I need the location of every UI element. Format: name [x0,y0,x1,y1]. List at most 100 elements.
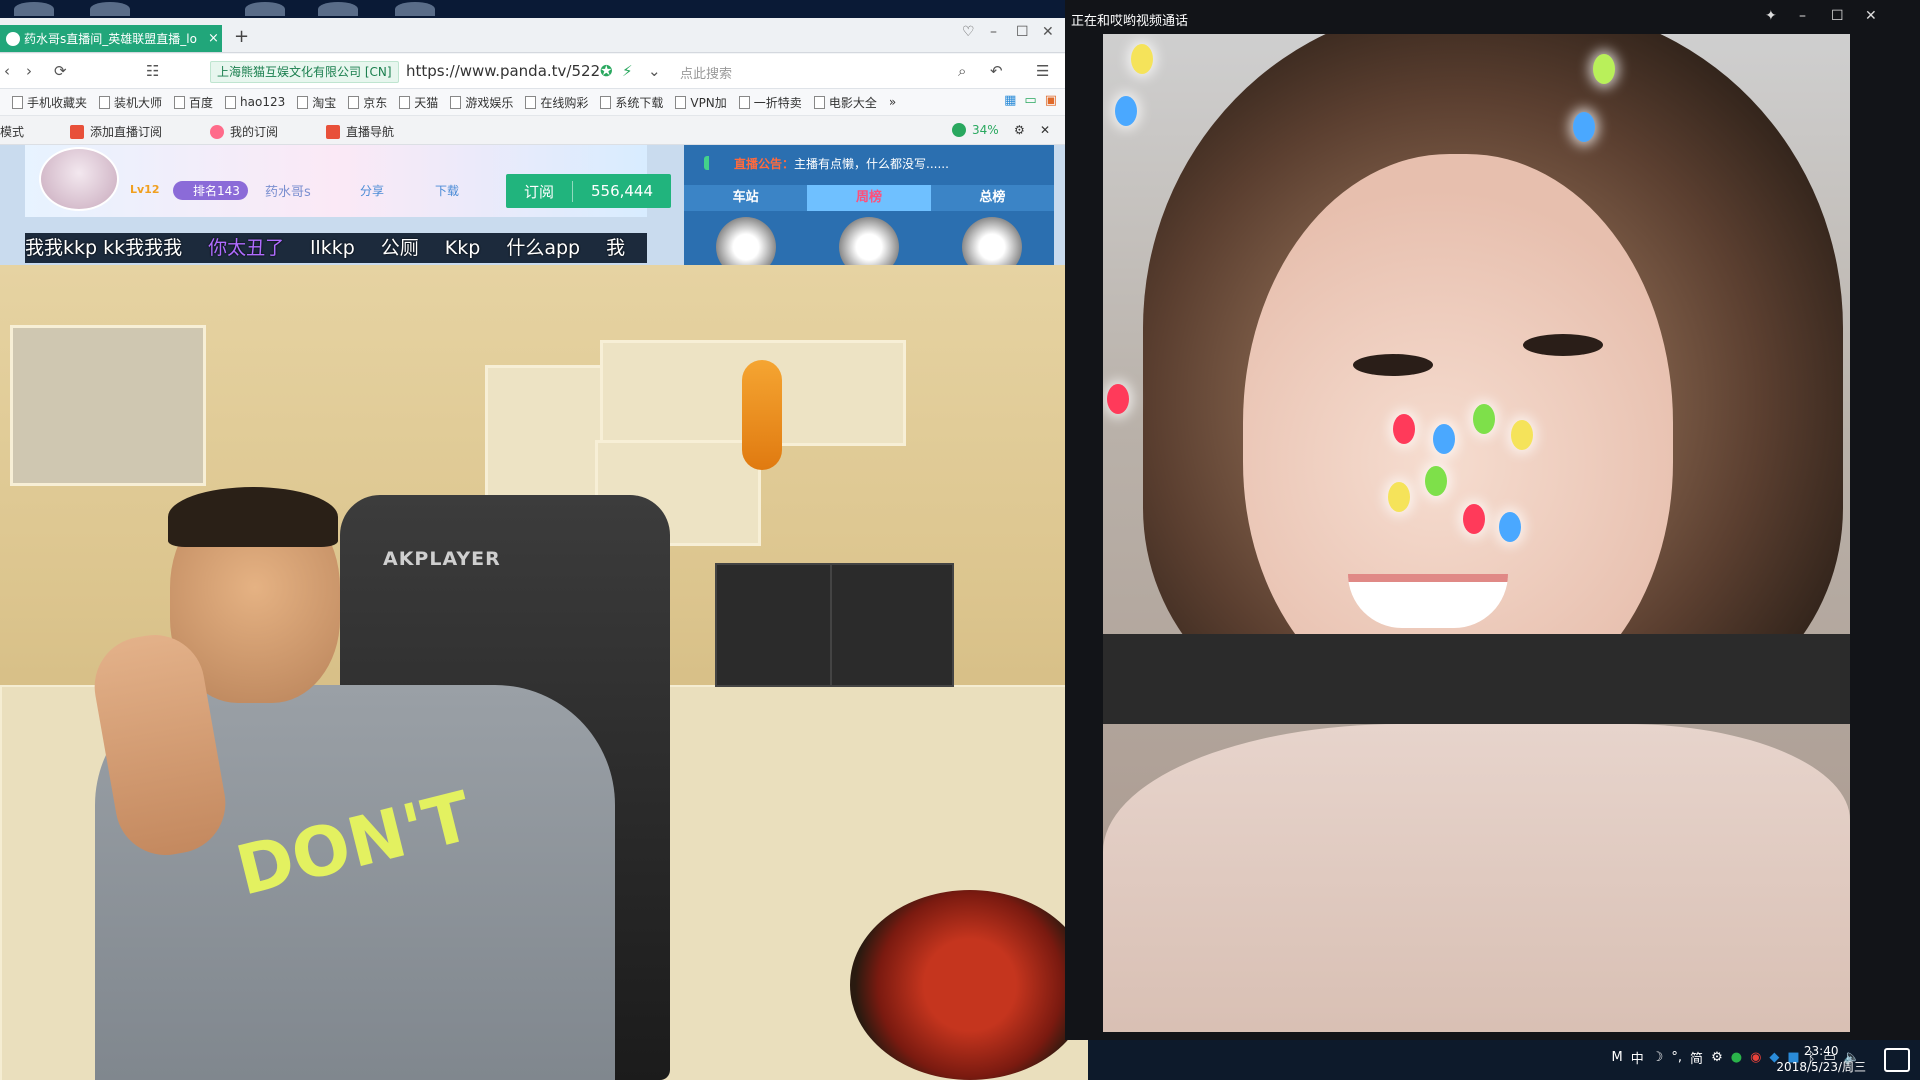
clock[interactable]: 23:40 2018/5/23/周三 [1776,1043,1866,1075]
hamburger-menu-icon[interactable]: ☰ [1036,62,1049,80]
person-hair [168,487,338,547]
live-nav-button[interactable]: 直播导航 [326,123,394,140]
security-icon[interactable]: ◉ [1750,1050,1761,1065]
bookmark-item[interactable]: 装机大师 [99,94,162,111]
desktop-icon[interactable] [395,2,435,16]
minimize-button[interactable]: – [990,24,997,40]
rank-avatar[interactable] [715,217,776,265]
maximize-button[interactable]: ☐ [1831,8,1844,24]
url-input[interactable]: https://www.panda.tv/522 [406,62,600,80]
rank-avatar[interactable] [838,217,899,265]
rank-avatars [684,215,1054,265]
close-window-button[interactable]: ✕ [1865,8,1877,24]
bookmark-label: 手机收藏夹 [27,95,88,110]
apps-icon[interactable]: ▦ [1004,93,1016,108]
mode-label[interactable]: 模式 [0,123,24,140]
ime-moon[interactable]: ☽ [1652,1050,1664,1065]
bookmark-item[interactable]: 系统下载 [600,94,663,111]
bookmark-item[interactable]: VPN加 [675,94,727,111]
tab-station[interactable]: 车站 [684,185,807,211]
search-icon[interactable]: ⌕ [958,62,966,80]
danmu-message: 你太丑了 [208,237,285,259]
desktop-icon[interactable] [14,2,54,16]
bookmark-label: 游戏娱乐 [465,95,514,110]
ssl-cert-label[interactable]: 上海熊猫互娱文化有限公司 [CN] [210,61,399,83]
light-bulb-sticker [1131,44,1153,74]
bookmark-item[interactable]: 游戏娱乐 [450,94,513,111]
ime-simplified[interactable]: 简 [1690,1048,1703,1067]
dropdown-icon[interactable]: ⌄ [648,62,661,80]
desktop-icon[interactable] [90,2,130,16]
search-input[interactable]: 点此搜索 [680,63,960,82]
add-subscription-button[interactable]: 添加直播订阅 [70,123,162,140]
new-tab-button[interactable]: + [234,26,249,47]
menu-grid-icon[interactable]: ☷ [146,62,159,80]
bookmark-label: hao123 [240,95,286,109]
undo-icon[interactable]: ↶ [990,62,1003,80]
bookmark-item[interactable]: 天猫 [399,94,438,111]
notice-content: 主播有点懒，什么都没写...... [794,157,949,171]
bookmark-item[interactable]: 手机收藏夹 [12,94,87,111]
ime-m[interactable]: M [1612,1050,1623,1065]
add-subscription-label: 添加直播订阅 [90,125,163,139]
rank-badge[interactable]: 排名143 [173,181,248,200]
bookmark-item[interactable]: 京东 [348,94,387,111]
level-badge: Lv12 [130,183,160,196]
streamer-avatar[interactable] [39,147,119,211]
back-icon[interactable]: ‹ [4,62,10,80]
browser-window: 药水哥s直播间_英雄联盟直播_lo × + ♡ – ☐ ✕ ‹ › ⟳ ☷ 上海… [0,18,1066,265]
wechat-icon[interactable]: ● [1731,1050,1742,1065]
pin-icon[interactable]: ✦ [1765,8,1777,24]
maximize-button[interactable]: ☐ [1016,24,1029,40]
tab-weekly[interactable]: 周榜 [807,185,931,211]
ime-settings[interactable]: ⚙ [1711,1050,1723,1065]
toy-figure [742,360,782,470]
browser-tab-active[interactable]: 药水哥s直播间_英雄联盟直播_lo × [0,25,222,52]
screenshot-icon[interactable]: ▣ [1045,93,1057,108]
bookmark-item[interactable]: 百度 [174,94,213,111]
ime-chinese[interactable]: 中 [1631,1048,1644,1067]
bookmark-item[interactable]: hao123 [225,95,285,109]
notification-icon[interactable] [1884,1048,1910,1072]
shelf [10,325,206,486]
subscribe-label: 订阅 [506,180,573,202]
danmu-overlay: 我我kkp kk我我我 你太丑了 llkkp 公厕 Kkp 什么app 我 [25,233,647,263]
bookmark-item[interactable]: » [889,95,896,109]
ime-punct[interactable]: °, [1671,1050,1682,1065]
folder-icon [225,95,237,109]
bookmark-label: 一折特卖 [753,95,802,110]
battery-indicator: 34% [952,123,999,137]
minimize-button[interactable]: – [1799,8,1806,24]
tab-close-button[interactable]: × [208,31,219,46]
bookmark-item[interactable]: 在线购彩 [525,94,588,111]
lightning-icon[interactable]: ⚡ [622,62,633,80]
close-window-button[interactable]: ✕ [1042,24,1054,40]
rank-avatar[interactable] [962,217,1023,265]
remote-video-feed [1103,34,1850,1032]
close-toolbar-icon[interactable]: ✕ [1040,123,1050,137]
tab-total[interactable]: 总榜 [931,185,1054,211]
subscribe-button[interactable]: 订阅 556,444 [506,174,671,208]
download-button[interactable]: 下载 [435,182,459,199]
speaker [830,563,954,687]
refresh-icon[interactable]: ⟳ [54,62,67,80]
reader-icon[interactable]: ▭ [1024,93,1036,108]
bookmark-item[interactable]: 电影大全 [813,94,877,111]
speaker [715,563,839,687]
battery-percent: 34% [972,123,999,137]
forward-icon[interactable]: › [26,62,32,80]
my-subscription-button[interactable]: 我的订阅 [210,123,278,140]
light-bulb-sticker [1115,96,1137,126]
address-bar: ‹ › ⟳ ☷ 上海熊猫互娱文化有限公司 [CN] https://www.pa… [0,54,1065,89]
share-button[interactable]: 分享 [360,182,384,199]
desktop-icon[interactable] [245,2,285,16]
desktop-icon[interactable] [318,2,358,16]
settings-gear-icon[interactable]: ⚙ [1014,123,1025,137]
streamer-card: Lv12 排名143 药水哥s 分享 下载 订阅 556,444 [25,145,671,217]
bookmark-item[interactable]: 一折特卖 [738,94,802,111]
bookmark-item[interactable]: 淘宝 [297,94,336,111]
bookmark-label: VPN加 [690,95,727,110]
accelerate-icon[interactable]: ✪ [600,62,613,80]
chair-brand: AKPLAYER [383,548,501,570]
shirt-skin-icon[interactable]: ♡ [962,24,975,40]
